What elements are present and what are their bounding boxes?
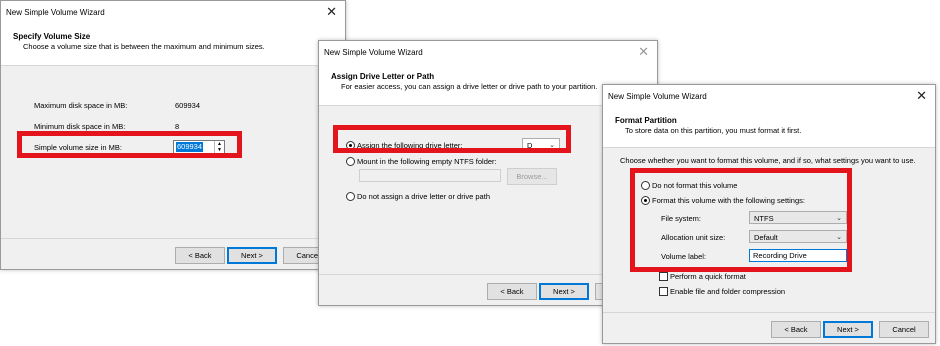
chevron-down-icon: ⌄ (549, 142, 555, 149)
chevron-down-icon: ⌄ (836, 234, 842, 241)
next-button[interactable]: Next > (823, 321, 873, 338)
volume-size-label: Simple volume size in MB: (34, 143, 122, 152)
title-bar[interactable]: New Simple Volume Wizard ✕ (1, 1, 345, 25)
max-size-label: Maximum disk space in MB: (34, 101, 128, 110)
drive-letter-value: D (527, 141, 533, 150)
page-title: Format Partition (615, 116, 677, 125)
compression-label: Enable file and folder compression (670, 287, 786, 296)
compression-checkbox[interactable] (659, 287, 668, 296)
format-volume-label: Format this volume with the following se… (652, 196, 805, 205)
file-system-label: File system: (661, 214, 702, 223)
quick-format-checkbox[interactable] (659, 272, 668, 281)
volume-size-value[interactable]: 609934 (176, 142, 204, 152)
title-bar[interactable]: New Simple Volume Wizard ✕ (603, 85, 935, 109)
close-icon[interactable]: ✕ (326, 4, 337, 20)
page-subtitle: For easier access, you can assign a driv… (341, 82, 598, 91)
window-title: New Simple Volume Wizard (6, 8, 105, 17)
wizard-footer: < Back Next > Cancel (1, 238, 345, 269)
wizard-header: Specify Volume Size Choose a volume size… (1, 25, 345, 66)
max-size-value: 609934 (175, 101, 201, 110)
chevron-down-icon: ⌄ (836, 215, 842, 222)
wizard-header: Format Partition To store data on this p… (603, 109, 935, 148)
format-intro-text: Choose whether you want to format this v… (620, 156, 916, 165)
volume-label-input[interactable]: Recording Drive (749, 249, 847, 262)
cancel-button[interactable]: Cancel (879, 321, 929, 338)
mount-folder-path-input[interactable] (359, 169, 501, 182)
format-volume-radio[interactable] (641, 196, 650, 205)
no-format-label: Do not format this volume (652, 181, 738, 190)
quick-format-label: Perform a quick format (670, 272, 746, 281)
no-letter-radio[interactable] (346, 192, 355, 201)
wizard-footer: < Back Next > Cancel (603, 312, 935, 343)
allocation-unit-select[interactable]: Default ⌄ (749, 230, 847, 243)
next-button[interactable]: Next > (227, 247, 277, 264)
back-button[interactable]: < Back (487, 283, 537, 300)
page-title: Assign Drive Letter or Path (331, 72, 435, 81)
file-system-value: NTFS (754, 214, 774, 223)
allocation-unit-label: Allocation unit size: (661, 233, 726, 242)
no-format-radio[interactable] (641, 181, 650, 190)
page-subtitle: Choose a volume size that is between the… (23, 42, 265, 51)
close-icon[interactable]: ✕ (916, 88, 927, 104)
back-button[interactable]: < Back (175, 247, 225, 264)
title-bar[interactable]: New Simple Volume Wizard ✕ (319, 41, 657, 65)
close-icon[interactable]: ✕ (638, 44, 649, 60)
mount-folder-radio[interactable] (346, 157, 355, 166)
assign-letter-label: Assign the following drive letter: (357, 141, 463, 150)
volume-label-label: Volume label: (661, 252, 707, 261)
browse-button[interactable]: Browse... (507, 168, 557, 185)
allocation-unit-value: Default (754, 233, 778, 242)
next-button[interactable]: Next > (539, 283, 589, 300)
window-title: New Simple Volume Wizard (324, 48, 423, 57)
min-size-value: 8 (175, 122, 180, 131)
min-size-label: Minimum disk space in MB: (34, 122, 126, 131)
drive-letter-select[interactable]: D ⌄ (522, 138, 560, 151)
window-title: New Simple Volume Wizard (608, 92, 707, 101)
back-button[interactable]: < Back (771, 321, 821, 338)
no-letter-label: Do not assign a drive letter or drive pa… (357, 192, 490, 201)
assign-letter-radio[interactable] (346, 141, 355, 150)
wizard-dialog-volume-size: New Simple Volume Wizard ✕ Specify Volum… (0, 0, 346, 270)
page-subtitle: To store data on this partition, you mus… (625, 126, 802, 135)
file-system-select[interactable]: NTFS ⌄ (749, 211, 847, 224)
stepper-arrows-icon[interactable]: ▲ ▼ (214, 141, 224, 154)
mount-folder-label: Mount in the following empty NTFS folder… (357, 157, 497, 166)
page-title: Specify Volume Size (13, 32, 91, 41)
volume-size-stepper[interactable]: 609934 ▲ ▼ (173, 140, 225, 155)
wizard-dialog-format-partition: New Simple Volume Wizard ✕ Format Partit… (602, 84, 936, 344)
